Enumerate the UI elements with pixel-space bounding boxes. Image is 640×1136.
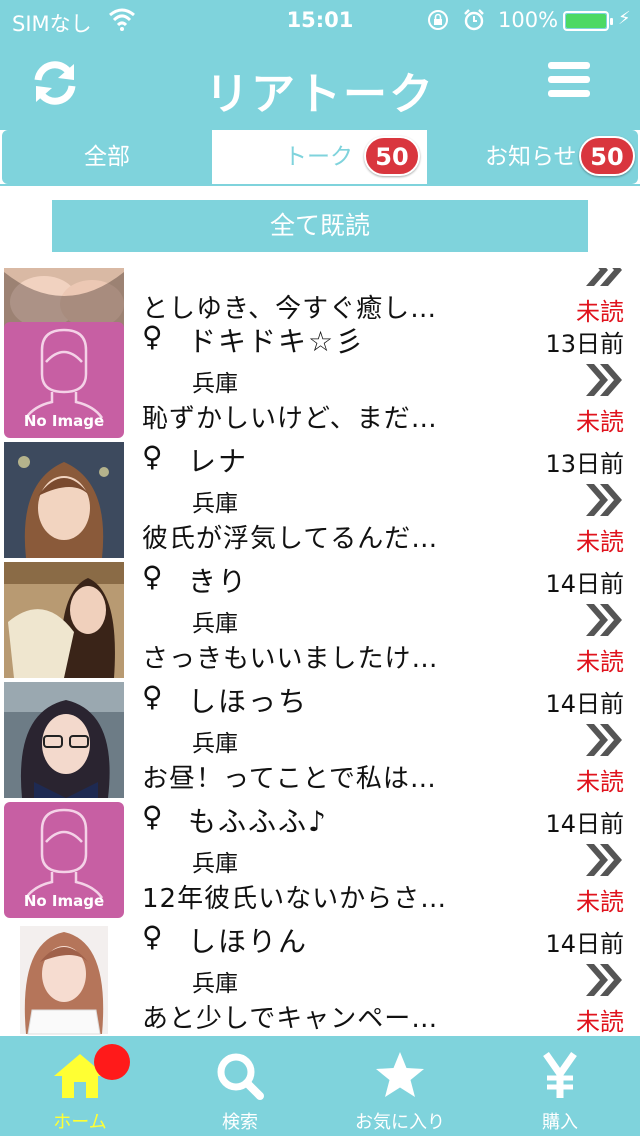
gender-icon: ♀ bbox=[142, 680, 163, 713]
status-bar: SIMなし 15:01 100% ⚡ bbox=[0, 0, 640, 42]
unread-status: 未読 bbox=[576, 408, 624, 436]
message-row[interactable]: No Image ♀ もふふふ♪ 14日前 兵庫 12年彼氏いないからさ… 未読 bbox=[0, 800, 640, 920]
user-name: しほりん bbox=[188, 925, 309, 958]
rotation-lock-icon bbox=[426, 8, 450, 37]
message-preview: さっきもいいましたけ… bbox=[142, 644, 439, 674]
avatar bbox=[4, 268, 124, 328]
hamburger-line bbox=[548, 90, 590, 97]
user-name: もふふふ♪ bbox=[188, 805, 328, 838]
notice-count-badge: 50 bbox=[579, 136, 635, 176]
notification-dot bbox=[94, 1044, 130, 1080]
gender-icon: ♀ bbox=[142, 920, 163, 953]
tab-label: 全部 bbox=[84, 144, 130, 170]
chevron-right-icon bbox=[586, 364, 622, 396]
user-name: レナ bbox=[188, 445, 249, 478]
message-row[interactable]: ♀ しほっち 14日前 兵庫 お昼！ってことで私は… 未読 bbox=[0, 680, 640, 800]
message-preview: お昼！ってことで私は… bbox=[142, 764, 437, 794]
talk-count-badge: 50 bbox=[364, 136, 420, 176]
yen-icon bbox=[543, 1051, 577, 1098]
refresh-button[interactable] bbox=[30, 58, 80, 108]
tab-all[interactable]: 全部 bbox=[2, 130, 212, 184]
tab-label: トーク bbox=[284, 144, 353, 170]
nav-favorites[interactable]: お気に入り bbox=[320, 1036, 480, 1136]
message-row[interactable]: ♀ しほりん 14日前 兵庫 あと少しでキャンペー… 未読 bbox=[0, 920, 640, 1036]
unread-status: 未読 bbox=[576, 768, 624, 796]
app-header: SIMなし 15:01 100% ⚡ リアトーク bbox=[0, 0, 640, 128]
nav-search[interactable]: 検索 bbox=[160, 1036, 320, 1136]
message-preview: あと少しでキャンペー… bbox=[142, 1004, 439, 1034]
prefecture: 兵庫 bbox=[192, 371, 238, 397]
charging-icon: ⚡ bbox=[618, 8, 631, 29]
elapsed-days: 13日前 bbox=[545, 330, 624, 358]
chevron-right-icon bbox=[586, 724, 622, 756]
no-image-label: No Image bbox=[23, 892, 105, 910]
nav-label: 検索 bbox=[222, 1112, 258, 1133]
elapsed-days: 14日前 bbox=[545, 570, 624, 598]
avatar bbox=[4, 922, 124, 1036]
no-image-avatar: No Image bbox=[4, 322, 124, 438]
menu-button[interactable] bbox=[548, 62, 590, 98]
gender-icon: ♀ bbox=[142, 320, 163, 353]
message-preview: 恥ずかしいけど、まだ… bbox=[142, 404, 438, 434]
elapsed-days: 14日前 bbox=[545, 810, 624, 838]
message-row[interactable]: ♀ きり 14日前 兵庫 さっきもいいましたけ… 未読 bbox=[0, 560, 640, 680]
tab-talk[interactable]: トーク 50 bbox=[212, 130, 427, 184]
unread-status: 未読 bbox=[576, 528, 624, 556]
prefecture: 兵庫 bbox=[192, 851, 238, 877]
nav-label: ホーム bbox=[53, 1112, 107, 1133]
elapsed-days: 13日前 bbox=[545, 450, 624, 478]
unread-status: 未読 bbox=[576, 1008, 624, 1036]
chevron-right-icon bbox=[586, 844, 622, 876]
tab-notice[interactable]: お知らせ 50 bbox=[427, 130, 638, 184]
chevron-right-icon bbox=[586, 268, 622, 286]
message-preview: 12年彼氏いないからさ… bbox=[142, 884, 448, 914]
chevron-right-icon bbox=[586, 604, 622, 636]
chevron-right-icon bbox=[586, 964, 622, 996]
user-name: ドキドキ☆彡 bbox=[188, 325, 366, 358]
message-preview: 彼氏が浮気してるんだ… bbox=[142, 524, 439, 554]
prefecture: 兵庫 bbox=[192, 971, 238, 997]
no-image-avatar: No Image bbox=[4, 802, 124, 918]
nav-label: お気に入り bbox=[355, 1112, 445, 1133]
tab-label: お知らせ bbox=[485, 144, 577, 170]
unread-status: 未読 bbox=[576, 648, 624, 676]
battery-icon bbox=[563, 11, 613, 31]
avatar bbox=[4, 562, 124, 678]
message-row[interactable]: ♀ レナ 13日前 兵庫 彼氏が浮気してるんだ… 未読 bbox=[0, 440, 640, 560]
elapsed-days: 14日前 bbox=[545, 930, 624, 958]
tab-bar: 全部 トーク 50 お知らせ 50 bbox=[0, 128, 640, 186]
message-list[interactable]: としゆき、今すぐ癒し… 未読 No Image ♀ ドキドキ☆彡 13日前 兵庫… bbox=[0, 268, 640, 1036]
app-title: リアトーク bbox=[205, 69, 435, 120]
prefecture: 兵庫 bbox=[192, 611, 238, 637]
prefecture: 兵庫 bbox=[192, 491, 238, 517]
hamburger-line bbox=[548, 76, 590, 83]
gender-icon: ♀ bbox=[142, 560, 163, 593]
avatar bbox=[4, 442, 124, 558]
prefecture: 兵庫 bbox=[192, 731, 238, 757]
nav-purchase[interactable]: 購入 bbox=[480, 1036, 640, 1136]
alarm-icon bbox=[462, 8, 486, 37]
nav-label: 購入 bbox=[542, 1112, 578, 1133]
message-row[interactable]: No Image ♀ ドキドキ☆彡 13日前 兵庫 恥ずかしいけど、まだ… 未読 bbox=[0, 320, 640, 440]
user-name: しほっち bbox=[188, 685, 309, 718]
user-name: きり bbox=[188, 565, 249, 598]
refresh-icon bbox=[34, 61, 76, 105]
gender-icon: ♀ bbox=[142, 440, 163, 473]
battery-percent: 100% bbox=[498, 8, 559, 32]
hamburger-menu-icon bbox=[548, 62, 590, 69]
chevron-right-icon bbox=[586, 484, 622, 516]
search-icon bbox=[217, 1053, 264, 1100]
star-icon bbox=[376, 1052, 424, 1097]
mark-all-read-button[interactable]: 全て既読 bbox=[52, 200, 588, 252]
elapsed-days: 14日前 bbox=[545, 690, 624, 718]
nav-home[interactable]: ホーム bbox=[0, 1036, 160, 1136]
no-image-label: No Image bbox=[23, 412, 105, 430]
unread-status: 未読 bbox=[576, 888, 624, 916]
gender-icon: ♀ bbox=[142, 800, 163, 833]
avatar bbox=[4, 682, 124, 798]
bottom-navigation: ホーム 検索 お気に入り 購入 bbox=[0, 1036, 640, 1136]
